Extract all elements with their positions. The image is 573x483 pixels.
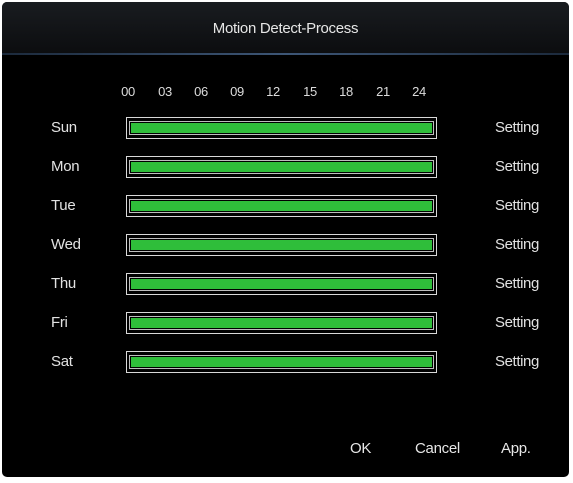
schedule-bar[interactable] bbox=[126, 195, 437, 217]
schedule-bar[interactable] bbox=[126, 156, 437, 178]
schedule-bar[interactable] bbox=[126, 312, 437, 334]
schedule-row-sun: Sun Setting bbox=[2, 117, 569, 141]
schedule-track bbox=[129, 355, 434, 369]
hour-label: 21 bbox=[376, 84, 390, 99]
hour-label: 18 bbox=[339, 84, 353, 99]
apply-button[interactable]: App. bbox=[501, 440, 531, 457]
setting-button[interactable]: Setting bbox=[495, 119, 539, 136]
day-label: Sun bbox=[51, 119, 77, 136]
schedule-track bbox=[129, 277, 434, 291]
schedule-track bbox=[129, 199, 434, 213]
schedule-track bbox=[129, 316, 434, 330]
dialog-title: Motion Detect-Process bbox=[212, 20, 359, 37]
cancel-button[interactable]: Cancel bbox=[415, 440, 460, 457]
day-label: Sat bbox=[51, 353, 73, 370]
schedule-track bbox=[129, 160, 434, 174]
day-label: Mon bbox=[51, 158, 80, 175]
title-bar: Motion Detect-Process bbox=[2, 2, 569, 53]
schedule-row-mon: Mon Setting bbox=[2, 156, 569, 180]
setting-button[interactable]: Setting bbox=[495, 353, 539, 370]
ok-button[interactable]: OK bbox=[350, 440, 371, 457]
day-label: Fri bbox=[51, 314, 68, 331]
motion-detect-dialog: Motion Detect-Process 00 03 06 09 12 15 … bbox=[2, 2, 569, 477]
schedule-row-tue: Tue Setting bbox=[2, 195, 569, 219]
schedule-fill bbox=[131, 318, 432, 328]
title-divider bbox=[2, 53, 569, 55]
setting-button[interactable]: Setting bbox=[495, 275, 539, 292]
setting-button[interactable]: Setting bbox=[495, 197, 539, 214]
schedule-bar[interactable] bbox=[126, 273, 437, 295]
hour-label: 00 bbox=[121, 84, 135, 99]
schedule-bar[interactable] bbox=[126, 234, 437, 256]
hour-label: 15 bbox=[303, 84, 317, 99]
setting-button[interactable]: Setting bbox=[495, 236, 539, 253]
schedule-fill bbox=[131, 240, 432, 250]
schedule-row-fri: Fri Setting bbox=[2, 312, 569, 336]
setting-button[interactable]: Setting bbox=[495, 158, 539, 175]
schedule-row-thu: Thu Setting bbox=[2, 273, 569, 297]
schedule-fill bbox=[131, 201, 432, 211]
schedule-fill bbox=[131, 357, 432, 367]
hour-label: 12 bbox=[266, 84, 280, 99]
hour-label: 09 bbox=[230, 84, 244, 99]
hour-label: 24 bbox=[412, 84, 426, 99]
schedule-bar[interactable] bbox=[126, 351, 437, 373]
hour-label: 03 bbox=[158, 84, 172, 99]
day-label: Thu bbox=[51, 275, 76, 292]
day-label: Tue bbox=[51, 197, 76, 214]
schedule-row-wed: Wed Setting bbox=[2, 234, 569, 258]
schedule-fill bbox=[131, 123, 432, 133]
schedule-row-sat: Sat Setting bbox=[2, 351, 569, 375]
setting-button[interactable]: Setting bbox=[495, 314, 539, 331]
schedule-fill bbox=[131, 162, 432, 172]
schedule-fill bbox=[131, 279, 432, 289]
schedule-track bbox=[129, 121, 434, 135]
schedule-track bbox=[129, 238, 434, 252]
hour-label: 06 bbox=[194, 84, 208, 99]
day-label: Wed bbox=[51, 236, 81, 253]
schedule-bar[interactable] bbox=[126, 117, 437, 139]
